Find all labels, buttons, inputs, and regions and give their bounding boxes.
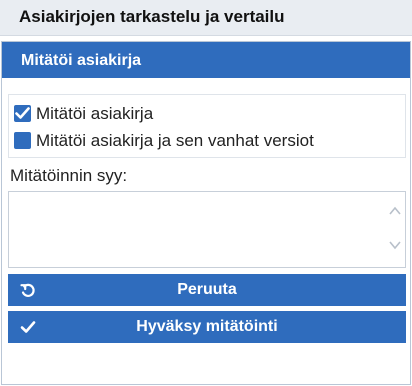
checkbox-checked[interactable] xyxy=(14,105,31,122)
scroll-down-icon[interactable] xyxy=(389,240,401,250)
reason-label: Mitätöinnin syy: xyxy=(10,166,128,185)
page-title: Asiakirjojen tarkastelu ja vertailu xyxy=(19,7,285,26)
invalidate-options: Mitätöi asiakirja Mitätöi asiakirja ja s… xyxy=(8,94,406,158)
panel-title: Mitätöi asiakirja xyxy=(21,52,142,69)
cancel-button[interactable]: Peruuta xyxy=(8,274,406,306)
reason-textarea[interactable] xyxy=(9,192,387,267)
checkmark-icon xyxy=(15,107,30,119)
option-label: Mitätöi asiakirja xyxy=(36,104,154,123)
cancel-button-label: Peruuta xyxy=(177,281,237,298)
reason-field-wrapper xyxy=(8,191,406,268)
invalidate-document-panel: Mitätöi asiakirja Mitätöi asiakirja Mitä… xyxy=(1,41,411,385)
scroll-up-icon[interactable] xyxy=(389,206,401,216)
accept-button-label: Hyväksy mitätöinti xyxy=(136,318,278,335)
option-label: Mitätöi asiakirja ja sen vanhat versiot xyxy=(36,131,314,150)
app-header: Asiakirjojen tarkastelu ja vertailu xyxy=(0,0,412,36)
panel-header: Mitätöi asiakirja xyxy=(2,42,410,78)
accept-invalidation-button[interactable]: Hyväksy mitätöinti xyxy=(8,311,406,343)
checkbox-unchecked[interactable] xyxy=(14,132,31,149)
